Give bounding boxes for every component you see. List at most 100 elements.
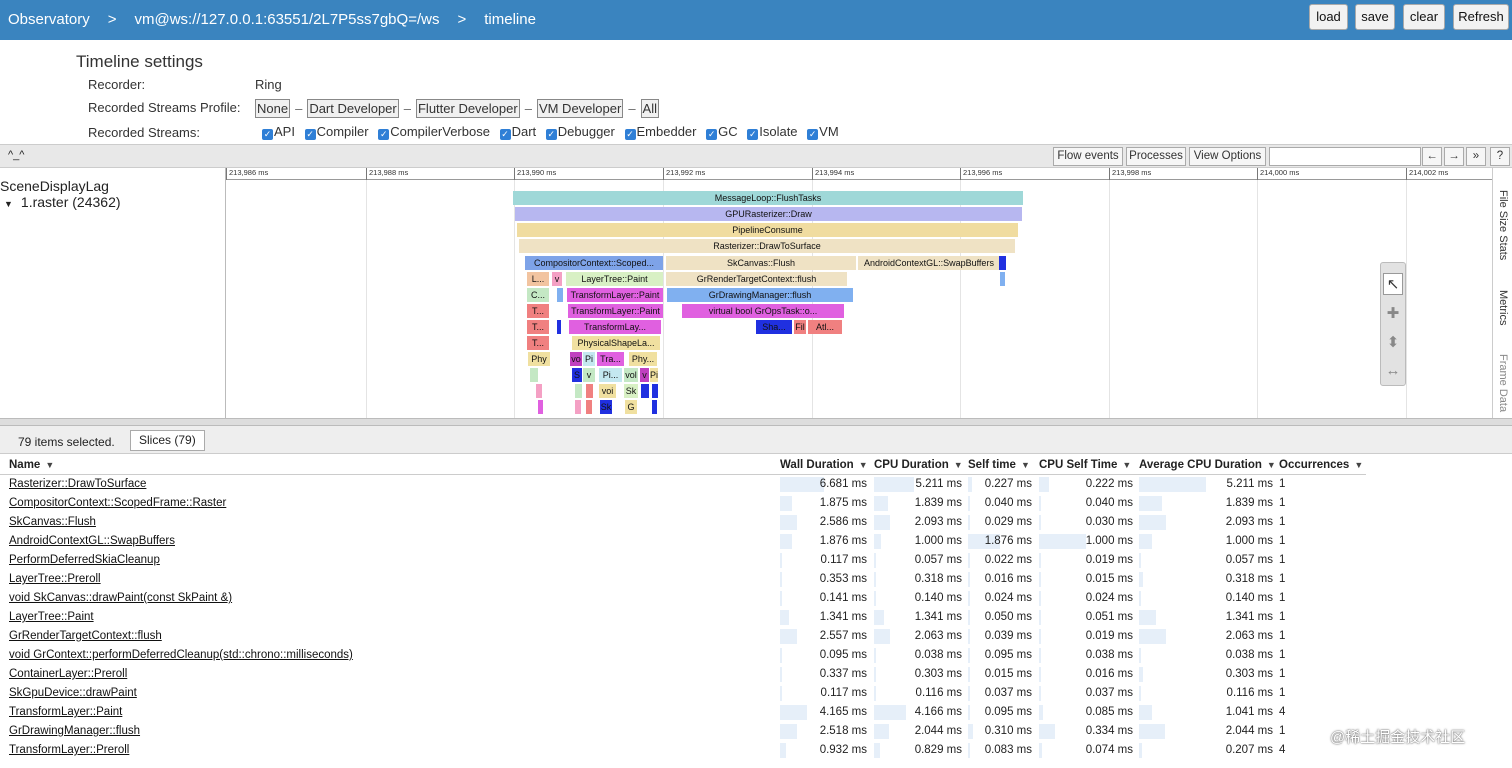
slice[interactable]: vol xyxy=(624,368,638,382)
slice-name-link[interactable]: ContainerLayer::Preroll xyxy=(9,665,127,684)
slice-name-link[interactable]: LayerTree::Preroll xyxy=(9,570,101,589)
slice[interactable]: T... xyxy=(527,320,549,334)
slice-name-link[interactable]: TransformLayer::Paint xyxy=(9,703,122,722)
slice[interactable]: Pi... xyxy=(599,368,622,382)
collapse-settings-button[interactable]: ^_^ xyxy=(8,149,24,161)
slice[interactable]: Atl... xyxy=(808,320,842,334)
slice[interactable]: SkCanvas::Flush xyxy=(666,256,856,270)
profile-vm-developer-button[interactable]: VM Developer xyxy=(536,99,624,118)
slice[interactable]: PipelineConsume xyxy=(517,223,1018,237)
slice-sliver[interactable] xyxy=(999,256,1006,270)
table-row[interactable]: GrRenderTargetContext::flush 2.557 ms 2.06… xyxy=(0,627,1366,646)
column-header-cpu-self-time[interactable]: CPU Self Time ▼ xyxy=(1039,456,1131,474)
slice-sliver[interactable] xyxy=(586,400,592,414)
slice-name-link[interactable]: void SkCanvas::drawPaint(const SkPaint &… xyxy=(9,589,232,608)
load-button[interactable]: load xyxy=(1309,4,1348,30)
slice-sliver[interactable] xyxy=(652,400,657,414)
slice[interactable]: Sk xyxy=(600,400,612,414)
table-row[interactable]: GrDrawingManager::flush 2.518 ms 2.044 ms 0… xyxy=(0,722,1366,741)
table-row[interactable]: TransformLayer::Paint 4.165 ms 4.166 ms 0.0… xyxy=(0,703,1366,722)
metrics-tab[interactable]: Metrics xyxy=(1497,290,1509,325)
slice-name-link[interactable]: LayerTree::Paint xyxy=(9,608,94,627)
breadcrumb-vm[interactable]: vm@ws://127.0.0.1:63551/2L7P5ss7gbQ=/ws xyxy=(134,11,439,28)
slice-sliver[interactable] xyxy=(538,400,543,414)
slice-name-link[interactable]: SkGpuDevice::drawPaint xyxy=(9,684,137,703)
slice[interactable]: v xyxy=(552,272,562,286)
slice[interactable]: Sk xyxy=(624,384,638,398)
slice-sliver[interactable] xyxy=(641,384,649,398)
save-button[interactable]: save xyxy=(1355,4,1395,30)
slice[interactable]: Pi xyxy=(583,352,595,366)
frame-data-tab[interactable]: Frame Data xyxy=(1497,354,1509,412)
slice[interactable]: TransformLayer::Paint xyxy=(567,288,663,302)
flame-track[interactable]: MessageLoop::FlushTasks GPURasterizer::D… xyxy=(226,180,1492,418)
slice[interactable]: C... xyxy=(527,288,549,302)
slice[interactable]: GPURasterizer::Draw xyxy=(515,207,1022,221)
slice[interactable]: v xyxy=(583,368,595,382)
refresh-button[interactable]: Refresh xyxy=(1453,4,1509,30)
column-header-name[interactable]: Name ▼ xyxy=(9,456,54,474)
table-row[interactable]: SkCanvas::Flush 2.586 ms 2.093 ms 0.029 ms 0… xyxy=(0,513,1366,532)
slice[interactable]: Fil xyxy=(794,320,806,334)
slice[interactable]: Tra... xyxy=(597,352,624,366)
slice[interactable]: Phy... xyxy=(629,352,657,366)
slice[interactable]: vo xyxy=(570,352,582,366)
flow-events-button[interactable]: Flow events xyxy=(1053,147,1123,166)
column-header-cpu-duration[interactable]: CPU Duration ▼ xyxy=(874,456,963,474)
table-row[interactable]: void SkCanvas::drawPaint(const SkPaint &… xyxy=(0,589,1366,608)
table-row[interactable]: ContainerLayer::Preroll 0.337 ms 0.303 ms 0… xyxy=(0,665,1366,684)
slice-name-link[interactable]: GrRenderTargetContext::flush xyxy=(9,627,162,646)
table-row[interactable]: LayerTree::Paint 1.341 ms 1.341 ms 0.050 ms… xyxy=(0,608,1366,627)
slice[interactable]: LayerTree::Paint xyxy=(566,272,663,286)
pan-tool-icon[interactable]: ✚ xyxy=(1383,303,1403,325)
slice-name-link[interactable]: GrDrawingManager::flush xyxy=(9,722,140,741)
slice[interactable]: TransformLayer::Paint xyxy=(568,304,663,318)
slice-sliver[interactable] xyxy=(1000,272,1005,286)
column-header-wall-duration[interactable]: Wall Duration ▼ xyxy=(780,456,868,474)
panel-resizer[interactable] xyxy=(0,418,1512,426)
profile-flutter-developer-button[interactable]: Flutter Developer xyxy=(415,99,520,118)
find-next-button[interactable]: → xyxy=(1444,147,1464,166)
slice[interactable]: Phy xyxy=(528,352,550,366)
stream-isolate-checkbox[interactable]: ✓ Isolate xyxy=(747,124,798,140)
expand-triangle-icon[interactable]: ▼ xyxy=(4,199,13,209)
slice[interactable]: L... xyxy=(527,272,549,286)
profile-all-button[interactable]: All xyxy=(640,99,659,118)
slices-tab[interactable]: Slices (79) xyxy=(130,430,205,451)
stream-compiler-checkbox[interactable]: ✓ Compiler xyxy=(304,124,369,140)
slice[interactable]: MessageLoop::FlushTasks xyxy=(513,191,1023,205)
table-row[interactable]: TransformLayer::Preroll 0.932 ms 0.829 ms 0… xyxy=(0,741,1366,760)
expand-panel-button[interactable]: » xyxy=(1466,147,1486,166)
table-row[interactable]: void GrContext::performDeferredCleanup(s… xyxy=(0,646,1366,665)
table-row[interactable]: CompositorContext::ScopedFrame::Raster 1.… xyxy=(0,494,1366,513)
slice-name-link[interactable]: TransformLayer::Preroll xyxy=(9,741,129,760)
table-row[interactable]: Rasterizer::DrawToSurface 6.681 ms 5.211 m… xyxy=(0,475,1366,494)
slice[interactable]: CompositorContext::Scoped... xyxy=(525,256,663,270)
stream-gc-checkbox[interactable]: ✓ GC xyxy=(706,124,738,140)
clear-button[interactable]: clear xyxy=(1403,4,1445,30)
slice[interactable]: AndroidContextGL::SwapBuffers xyxy=(858,256,1000,270)
slice[interactable]: Pi xyxy=(650,368,658,382)
profile-none-button[interactable]: None xyxy=(255,99,291,118)
slice-name-link[interactable]: PerformDeferredSkiaCleanup xyxy=(9,551,160,570)
slice-name-link[interactable]: CompositorContext::ScopedFrame::Raster xyxy=(9,494,226,513)
view-options-button[interactable]: View Options xyxy=(1189,147,1266,166)
column-header-average-cpu-duration[interactable]: Average CPU Duration ▼ xyxy=(1139,456,1276,474)
slice-name-link[interactable]: SkCanvas::Flush xyxy=(9,513,96,532)
slice-sliver[interactable] xyxy=(557,288,563,302)
column-header-occurrences[interactable]: Occurrences ▼ xyxy=(1279,456,1363,474)
slice-sliver[interactable] xyxy=(530,368,538,382)
selection-tool-icon[interactable]: ↖ xyxy=(1383,273,1403,295)
table-row[interactable]: PerformDeferredSkiaCleanup 0.117 ms 0.057 … xyxy=(0,551,1366,570)
slice[interactable]: v xyxy=(640,368,649,382)
find-previous-button[interactable]: ← xyxy=(1422,147,1442,166)
slice-name-link[interactable]: AndroidContextGL::SwapBuffers xyxy=(9,532,175,551)
stream-embedder-checkbox[interactable]: ✓ Embedder xyxy=(624,124,696,140)
slice[interactable]: S xyxy=(572,368,582,382)
slice[interactable]: G xyxy=(625,400,637,414)
slice[interactable]: T... xyxy=(527,304,549,318)
zoom-tool-icon[interactable]: ⬍ xyxy=(1383,332,1403,354)
slice-sliver[interactable] xyxy=(536,384,542,398)
breadcrumb-observatory[interactable]: Observatory xyxy=(8,11,90,28)
slice-name-link[interactable]: Rasterizer::DrawToSurface xyxy=(9,475,146,494)
